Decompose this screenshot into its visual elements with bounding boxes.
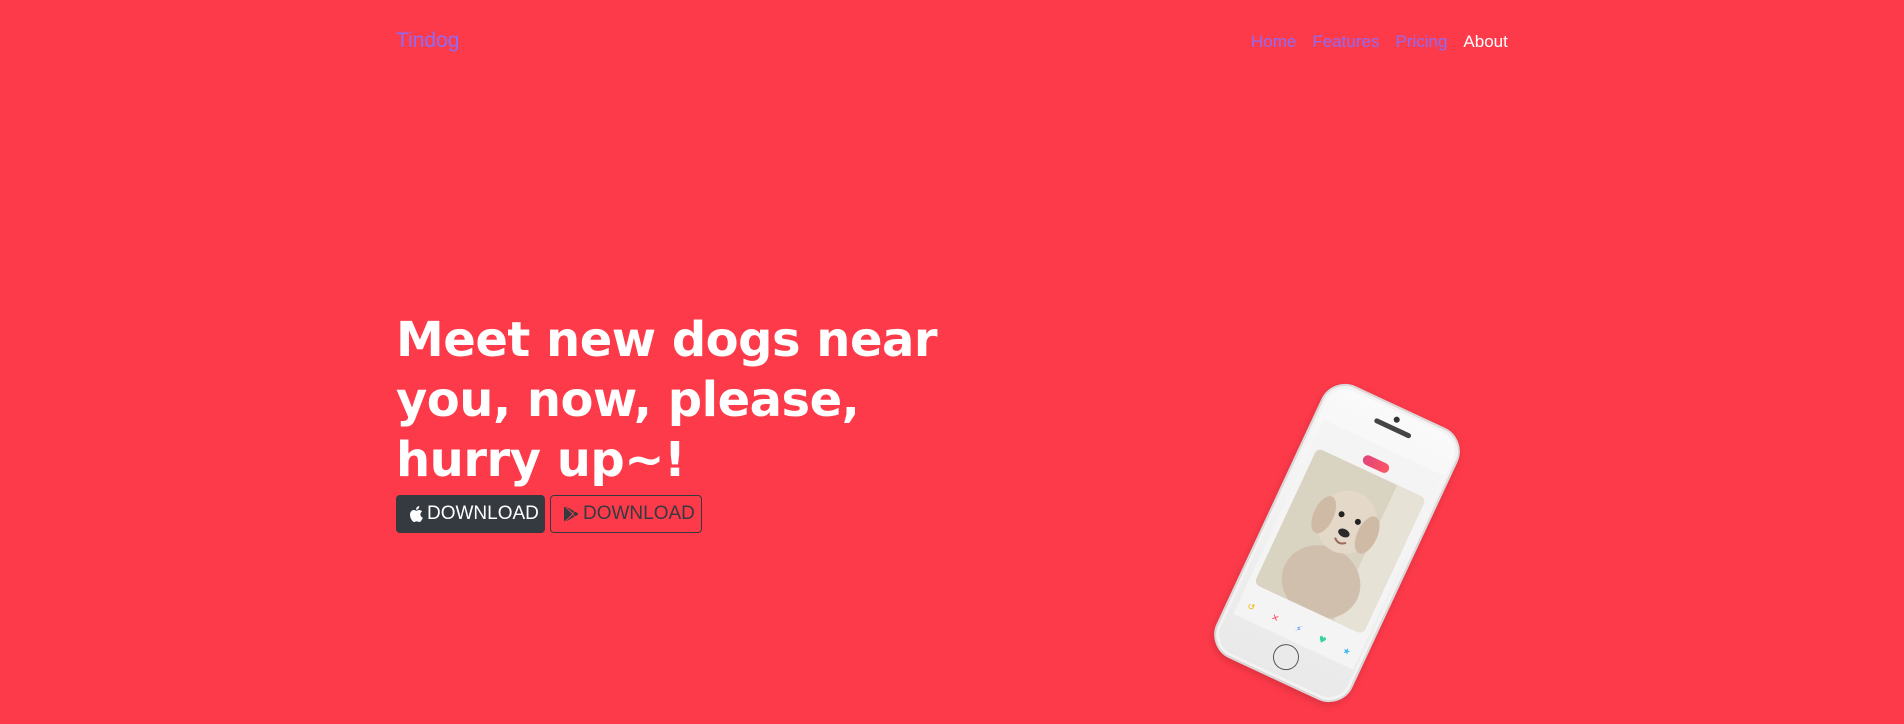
nav-link-pricing[interactable]: Pricing <box>1395 32 1447 51</box>
apple-download-button[interactable]: DOWNLOAD <box>396 495 545 533</box>
nav-item-home: Home <box>1251 32 1296 52</box>
download-buttons: DOWNLOAD DOWNLOAD <box>396 495 702 533</box>
nav-item-about: About <box>1463 32 1507 52</box>
phone-home-button <box>1268 639 1304 675</box>
play-store-icon <box>564 506 579 522</box>
hero-title-line-1: Meet new dogs near <box>396 312 938 368</box>
nav-item-features: Features <box>1312 32 1379 52</box>
nav-link-home[interactable]: Home <box>1251 32 1296 51</box>
phone-camera <box>1392 415 1401 424</box>
apple-download-label: DOWNLOAD <box>427 503 539 524</box>
hero-title: Meet new dogs near you, now, please, hur… <box>396 310 956 490</box>
play-download-label: DOWNLOAD <box>583 503 695 524</box>
nav-link-features[interactable]: Features <box>1312 32 1379 51</box>
hero-title-line-3: hurry up~! <box>396 432 686 488</box>
phone-frame: ↺ ✕ ⚡ ♥ ★ <box>1205 375 1469 711</box>
apple-icon <box>410 506 423 522</box>
navbar: Tindog Home Features Pricing About <box>0 0 1904 84</box>
like-icon: ♥ <box>1316 634 1328 647</box>
nav-link-about[interactable]: About <box>1463 32 1507 51</box>
nope-icon: ✕ <box>1269 612 1281 625</box>
brand-logo[interactable]: Tindog <box>396 29 459 53</box>
boost-icon: ⚡ <box>1293 623 1304 636</box>
hero-title-line-2: you, now, please, <box>396 372 860 428</box>
nav-item-pricing: Pricing <box>1395 32 1447 52</box>
page: Tindog Home Features Pricing About Meet … <box>0 0 1904 724</box>
phone-image: ↺ ✕ ⚡ ♥ ★ <box>1174 354 1500 724</box>
super-like-icon: ★ <box>1340 645 1352 659</box>
phone-screen: ↺ ✕ ⚡ ♥ ★ <box>1233 419 1444 670</box>
play-download-button[interactable]: DOWNLOAD <box>550 495 702 533</box>
undo-icon: ↺ <box>1245 601 1257 614</box>
nav-links: Home Features Pricing About <box>1251 32 1508 52</box>
